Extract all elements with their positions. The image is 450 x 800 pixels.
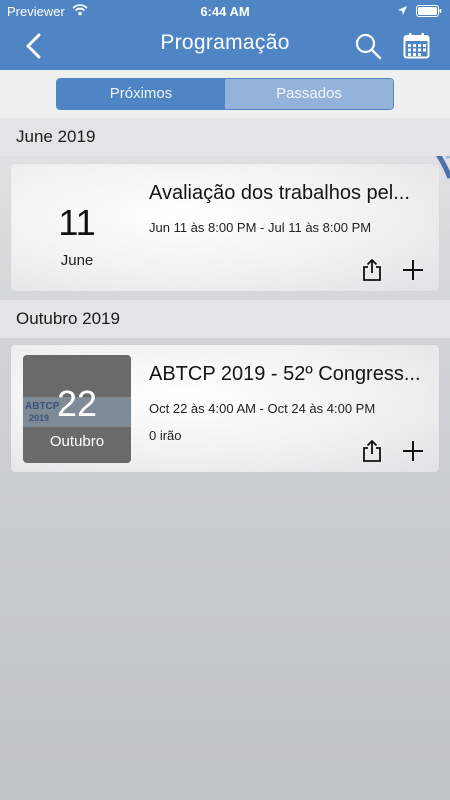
event-month: June [60,252,94,269]
status-time: 6:44 AM [200,4,250,19]
event-month: Outubro [49,433,105,450]
event-card[interactable]: 11 June Avaliação dos trabalhos pel... J… [11,164,439,291]
share-icon[interactable] [361,258,383,282]
event-list[interactable]: June 2019 11 June Avaliação dos trabalho… [0,118,450,800]
event-day: 22 [56,383,98,424]
section-header-june-2019: June 2019 [0,118,450,156]
navigation-bar: Programação [0,22,450,70]
share-icon[interactable] [361,439,383,463]
location-arrow-icon [398,6,407,15]
event-day: 11 [58,202,96,243]
tab-upcoming[interactable]: Próximos [57,79,225,109]
attendee-count: 0 irão [149,428,182,443]
segmented-control: Próximos Passados [56,78,394,110]
event-date: 11 June [23,174,131,282]
event-time: Oct 22 às 4:00 AM - Oct 24 às 4:00 PM [149,401,376,416]
event-title: Avaliação dos trabalhos pel... [149,182,410,204]
event-card[interactable]: ABTCP 2019 22 Outubro ABTCP 2019 - 52º C… [11,345,439,472]
calendar-icon[interactable] [403,32,430,59]
event-thumbnail: ABTCP 2019 22 Outubro [23,355,131,463]
add-icon[interactable] [402,259,424,281]
tab-bar: Próximos Passados [0,70,450,118]
page-title: Programação [160,31,290,54]
battery-icon [416,5,442,17]
event-title: ABTCP 2019 - 52º Congress... [149,363,421,385]
status-bar: Previewer 6:44 AM [0,0,450,22]
tab-past[interactable]: Passados [225,79,393,109]
top-bar: Previewer 6:44 AM Programação [0,0,450,70]
add-icon[interactable] [402,440,424,462]
section-header-outubro-2019: Outubro 2019 [0,300,450,338]
search-icon[interactable] [354,32,382,60]
event-time: Jun 11 às 8:00 PM - Jul 11 às 8:00 PM [149,220,372,235]
